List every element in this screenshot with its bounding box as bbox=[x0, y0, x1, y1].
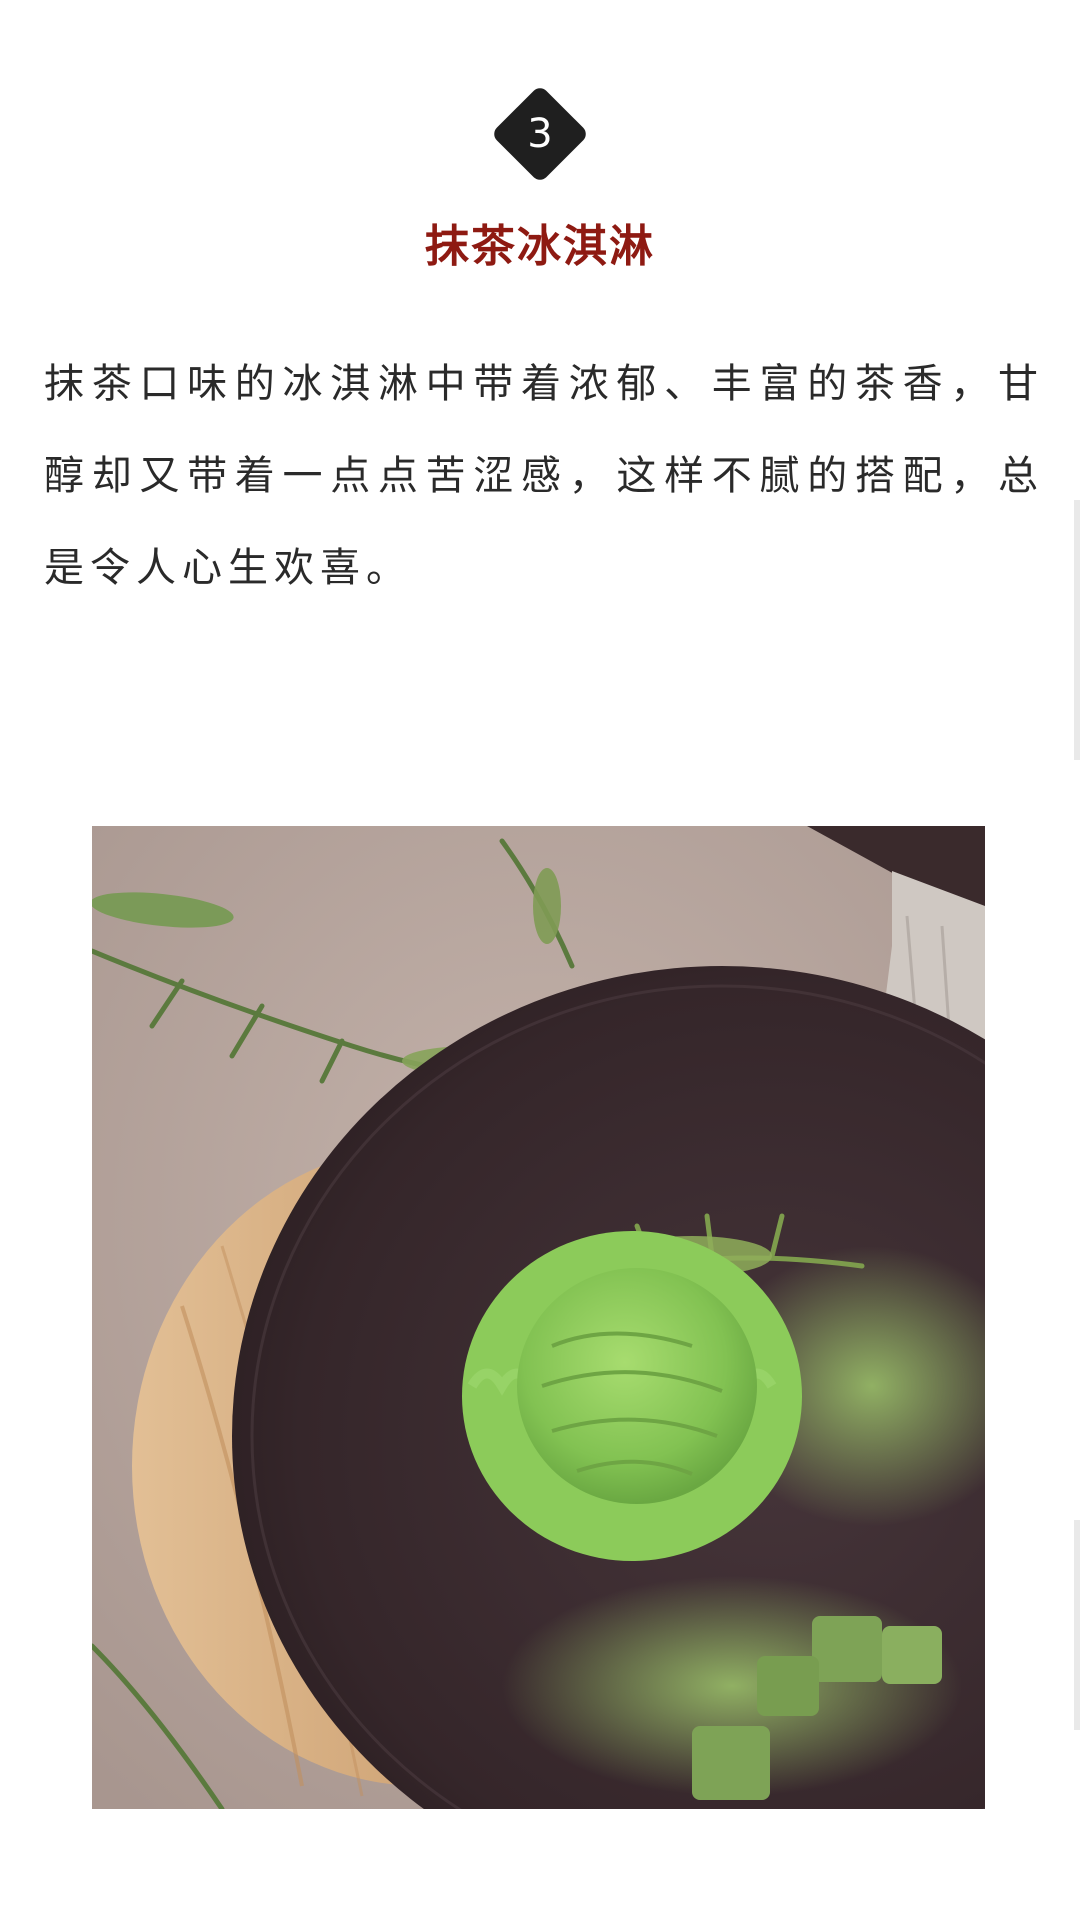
scroll-indicator bbox=[1074, 500, 1080, 760]
ice-cream-scoop bbox=[462, 1231, 802, 1561]
scroll-indicator bbox=[1074, 1520, 1080, 1730]
section-title: 抹茶冰淇淋 bbox=[425, 221, 655, 272]
matcha-ice-cream-photo bbox=[92, 826, 985, 1809]
section-number: 3 bbox=[527, 111, 553, 157]
section-paragraph: 抹茶口味的冰淇淋中带着浓郁、丰富的茶香，甘醇却又带着一点点苦涩感，这样不腻的搭配… bbox=[44, 361, 1044, 591]
photo-illustration bbox=[92, 826, 985, 1809]
section-number-badge: 3 bbox=[488, 82, 592, 186]
